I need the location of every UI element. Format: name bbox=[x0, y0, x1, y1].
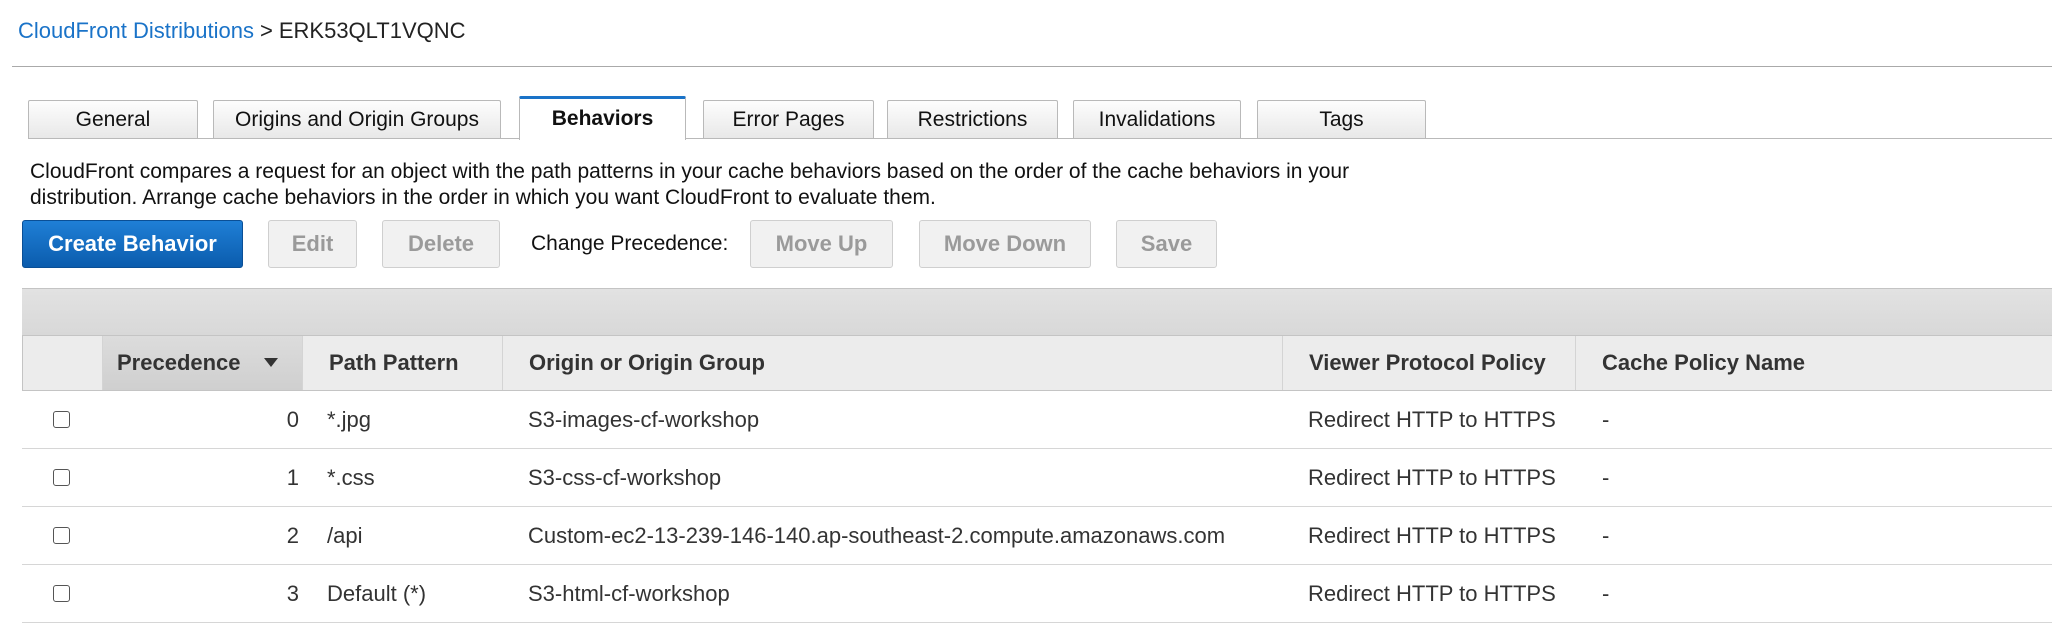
column-header-path-pattern[interactable]: Path Pattern bbox=[303, 336, 503, 390]
tab-general[interactable]: General bbox=[28, 100, 198, 138]
save-button[interactable]: Save bbox=[1116, 220, 1217, 268]
tab-restrictions[interactable]: Restrictions bbox=[887, 100, 1058, 138]
path-pattern-cell: *.jpg bbox=[327, 407, 372, 432]
column-header-precedence[interactable]: Precedence bbox=[103, 336, 303, 390]
viewer-policy-cell: Redirect HTTP to HTTPS bbox=[1308, 465, 1556, 490]
tab-error-pages[interactable]: Error Pages bbox=[703, 100, 874, 138]
tab-behaviors[interactable]: Behaviors bbox=[519, 96, 686, 140]
delete-button[interactable]: Delete bbox=[382, 220, 500, 268]
change-precedence-label: Change Precedence: bbox=[531, 232, 729, 255]
cache-policy-cell: - bbox=[1602, 407, 1610, 432]
precedence-cell: 0 bbox=[286, 407, 299, 432]
move-up-button[interactable]: Move Up bbox=[750, 220, 893, 268]
tab-divider bbox=[28, 138, 2052, 139]
precedence-cell: 2 bbox=[286, 523, 299, 548]
precedence-cell: 3 bbox=[286, 581, 299, 606]
table-row[interactable]: 1 *.css S3-css-cf-workshop Redirect HTTP… bbox=[22, 449, 2052, 507]
precedence-cell: 1 bbox=[286, 465, 299, 490]
cache-policy-cell: - bbox=[1602, 581, 1610, 606]
breadcrumb-current: ERK53QLT1VQNC bbox=[278, 18, 466, 43]
row-checkbox[interactable] bbox=[53, 585, 70, 602]
path-pattern-cell: Default (*) bbox=[327, 581, 427, 606]
breadcrumb: CloudFront Distributions > ERK53QLT1VQNC bbox=[18, 18, 466, 44]
table-header: Precedence Path Pattern Origin or Origin… bbox=[22, 336, 2052, 391]
breadcrumb-separator: > bbox=[259, 18, 273, 43]
edit-button[interactable]: Edit bbox=[268, 220, 357, 268]
viewer-policy-cell: Redirect HTTP to HTTPS bbox=[1308, 581, 1556, 606]
create-behavior-button[interactable]: Create Behavior bbox=[22, 220, 243, 268]
origin-cell: S3-html-cf-workshop bbox=[528, 581, 730, 606]
behaviors-table: Precedence Path Pattern Origin or Origin… bbox=[22, 288, 2052, 624]
row-checkbox[interactable] bbox=[53, 527, 70, 544]
header-divider bbox=[12, 66, 2052, 67]
table-row[interactable]: 2 /api Custom-ec2-13-239-146-140.ap-sout… bbox=[22, 507, 2052, 565]
row-checkbox[interactable] bbox=[53, 469, 70, 486]
cache-policy-cell: - bbox=[1602, 465, 1610, 490]
table-row[interactable]: 0 *.jpg S3-images-cf-workshop Redirect H… bbox=[22, 391, 2052, 449]
select-column-header bbox=[23, 336, 103, 390]
move-down-button[interactable]: Move Down bbox=[919, 220, 1091, 268]
cache-policy-cell: - bbox=[1602, 523, 1610, 548]
tab-origins[interactable]: Origins and Origin Groups bbox=[213, 100, 501, 138]
sort-descending-icon bbox=[264, 358, 278, 367]
viewer-policy-cell: Redirect HTTP to HTTPS bbox=[1308, 523, 1556, 548]
viewer-policy-cell: Redirect HTTP to HTTPS bbox=[1308, 407, 1556, 432]
breadcrumb-link-distributions[interactable]: CloudFront Distributions bbox=[18, 18, 254, 43]
tab-invalidations[interactable]: Invalidations bbox=[1073, 100, 1241, 138]
column-header-origin[interactable]: Origin or Origin Group bbox=[503, 336, 1283, 390]
table-row[interactable]: 3 Default (*) S3-html-cf-workshop Redire… bbox=[22, 565, 2052, 623]
tab-tags[interactable]: Tags bbox=[1257, 100, 1426, 138]
toolbar: Create Behavior Edit Delete Change Prece… bbox=[22, 220, 1252, 270]
origin-cell: S3-images-cf-workshop bbox=[528, 407, 760, 432]
column-header-cache-policy[interactable]: Cache Policy Name bbox=[1576, 336, 2052, 390]
path-pattern-cell: *.css bbox=[327, 465, 375, 490]
column-header-label: Precedence bbox=[117, 350, 241, 375]
origin-cell: Custom-ec2-13-239-146-140.ap-southeast-2… bbox=[528, 523, 1226, 548]
row-checkbox[interactable] bbox=[53, 411, 70, 428]
path-pattern-cell: /api bbox=[327, 523, 363, 548]
column-header-viewer-protocol[interactable]: Viewer Protocol Policy bbox=[1283, 336, 1576, 390]
origin-cell: S3-css-cf-workshop bbox=[528, 465, 722, 490]
behaviors-description: CloudFront compares a request for an obj… bbox=[30, 160, 1350, 209]
table-filter-bar bbox=[22, 288, 2052, 336]
